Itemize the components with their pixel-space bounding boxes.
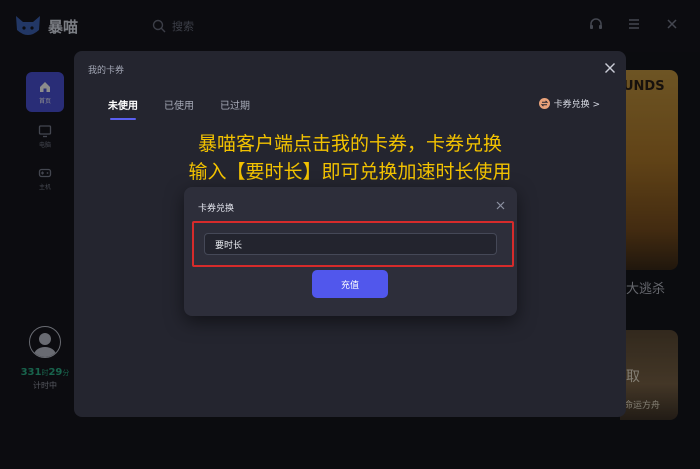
tab-expired[interactable]: 已过期 (220, 97, 250, 120)
voucher-code-input[interactable] (204, 233, 497, 255)
redeem-dialog: 卡券兑换 充值 (184, 187, 517, 316)
instruction-annotation: 暴喵客户端点击我的卡券，卡券兑换 输入【要时长】即可兑换加速时长使用 (74, 130, 626, 186)
exchange-icon (538, 98, 550, 109)
annotation-line-1: 暴喵客户端点击我的卡券，卡券兑换 (197, 133, 502, 155)
tab-unused[interactable]: 未使用 (108, 97, 138, 120)
close-icon[interactable] (604, 59, 616, 73)
close-icon[interactable] (496, 195, 505, 210)
annotation-line-2: 输入【要时长】即可兑换加速时长使用 (188, 161, 512, 183)
redeem-voucher-link[interactable]: 卡券兑换 > (538, 97, 600, 110)
dialog-title: 我的卡券 (88, 66, 125, 76)
voucher-tabs: 未使用 已使用 已过期 (108, 97, 250, 120)
redeem-link-label: 卡券兑换 > (553, 100, 600, 110)
recharge-button[interactable]: 充值 (312, 270, 388, 298)
tab-used[interactable]: 已使用 (164, 97, 194, 120)
redeem-dialog-title: 卡券兑换 (198, 204, 235, 214)
